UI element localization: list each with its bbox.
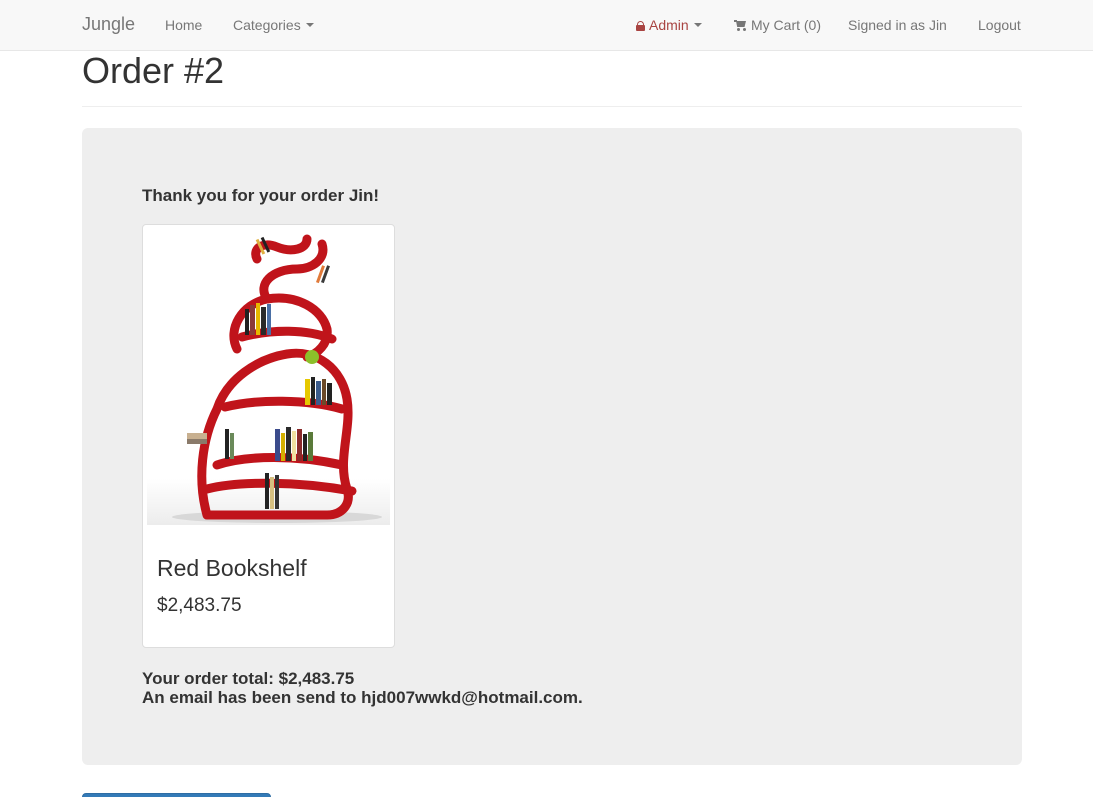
nav-categories-dropdown[interactable]: Categories xyxy=(233,17,314,33)
order-summary-panel: Thank you for your order Jin! Red Booksh… xyxy=(82,128,1022,765)
product-image xyxy=(147,229,390,525)
nav-cart-link[interactable]: My Cart (0) xyxy=(734,17,821,33)
red-bookshelf-image xyxy=(147,234,390,525)
page-title: Order #2 xyxy=(82,50,225,91)
nav-admin-dropdown[interactable]: Admin xyxy=(636,17,702,33)
nav-admin-label: Admin xyxy=(649,17,689,33)
continue-shopping-button[interactable] xyxy=(82,793,271,797)
nav-home-link[interactable]: Home xyxy=(165,17,202,33)
shopping-cart-icon xyxy=(734,20,747,31)
header-divider xyxy=(82,106,1022,107)
lock-icon xyxy=(636,21,645,31)
nav-categories-label: Categories xyxy=(233,17,301,33)
product-card: Red Bookshelf $2,483.75 xyxy=(142,224,395,648)
brand-link[interactable]: Jungle xyxy=(82,14,135,35)
caret-down-icon xyxy=(693,23,702,28)
product-name: Red Bookshelf xyxy=(157,555,307,581)
order-total: Your order total: $2,483.75 xyxy=(142,669,355,688)
nav-logout-link[interactable]: Logout xyxy=(978,17,1021,33)
email-confirmation-note: An email has been send to hjd007wwkd@hot… xyxy=(142,688,583,707)
nav-cart-label: My Cart (0) xyxy=(751,17,821,33)
top-navbar: Jungle Home Categories Admin My Cart (0)… xyxy=(0,0,1093,51)
signed-in-text: Signed in as Jin xyxy=(848,17,947,33)
product-price: $2,483.75 xyxy=(157,595,242,616)
caret-down-icon xyxy=(305,23,314,28)
thank-you-message: Thank you for your order Jin! xyxy=(142,186,380,205)
